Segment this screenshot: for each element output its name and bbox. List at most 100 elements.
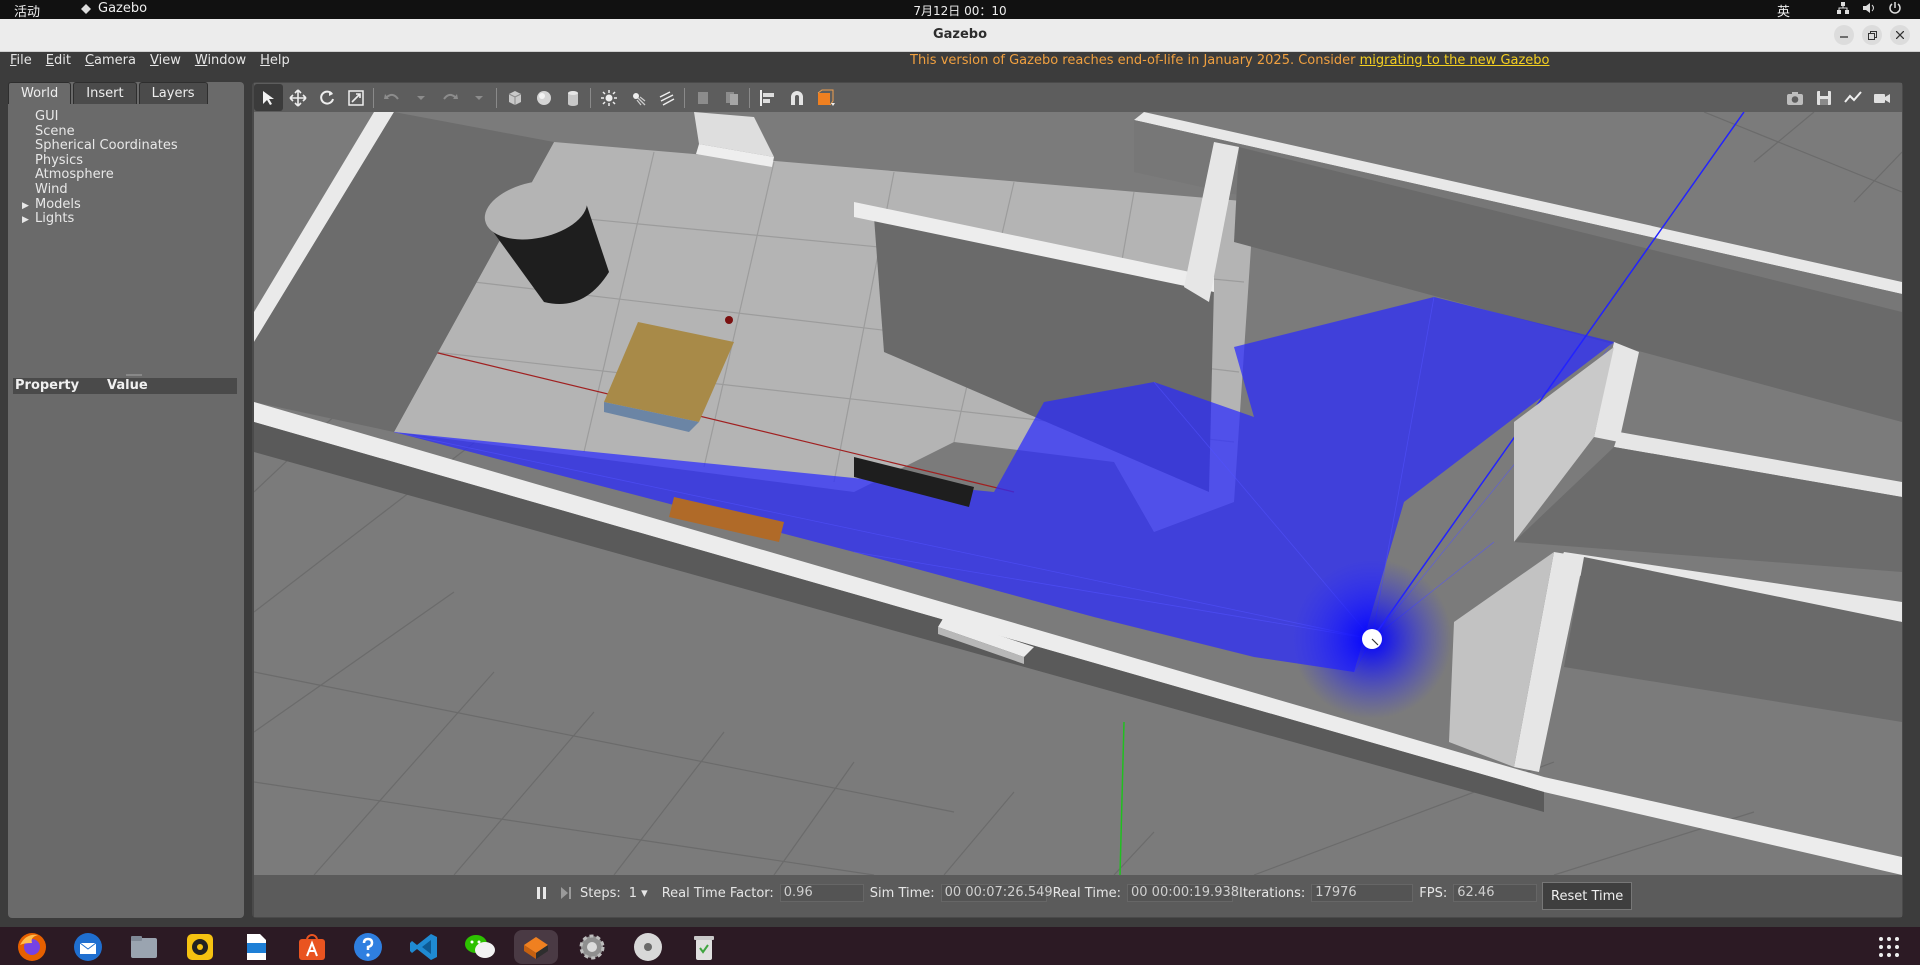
menubar: File Edit Camera View Window Help This v… xyxy=(0,52,1920,80)
activities-button[interactable]: 活动 xyxy=(14,1,40,20)
minimize-icon xyxy=(1840,36,1848,38)
expand-arrow-icon[interactable]: ▶ xyxy=(22,199,35,214)
select-mode-button[interactable] xyxy=(254,84,283,111)
pause-button[interactable] xyxy=(536,886,548,900)
tab-layers[interactable]: Layers xyxy=(138,82,208,104)
dock-trash[interactable] xyxy=(682,930,726,964)
dock-help[interactable] xyxy=(346,930,390,964)
toolbar-separator xyxy=(684,87,685,108)
save-log-icon xyxy=(1816,90,1831,105)
translate-mode-button[interactable] xyxy=(283,84,312,111)
snap-button[interactable] xyxy=(782,84,811,111)
menu-view[interactable]: View xyxy=(150,53,188,68)
network-icon xyxy=(1837,2,1849,14)
redo-history-dropdown[interactable] xyxy=(464,84,493,111)
clock[interactable]: 7月12日 00：10 xyxy=(910,2,1010,19)
view-angle-button[interactable] xyxy=(811,84,840,111)
show-apps-button[interactable] xyxy=(1878,936,1900,962)
menu-window[interactable]: Window xyxy=(195,53,253,68)
dock-files[interactable] xyxy=(122,930,166,964)
tab-insert[interactable]: Insert xyxy=(73,82,137,104)
dock-disc[interactable] xyxy=(626,930,670,964)
3d-viewport[interactable] xyxy=(254,112,1902,875)
steps-spinbox[interactable]: 1 ▾ xyxy=(629,886,648,901)
spot-light-button[interactable] xyxy=(623,84,652,111)
restore-button[interactable] xyxy=(1862,25,1882,45)
dock-rhythmbox[interactable] xyxy=(178,930,222,964)
eol-notice: This version of Gazebo reaches end-of-li… xyxy=(910,53,1550,68)
camera-icon xyxy=(1786,91,1803,105)
goal-marker xyxy=(725,316,733,324)
step-button[interactable] xyxy=(560,886,572,900)
paste-button[interactable] xyxy=(717,84,746,111)
dock-app-center[interactable] xyxy=(290,930,334,964)
video-record-button[interactable] xyxy=(1867,84,1896,111)
tree-item-spherical-coordinates[interactable]: Spherical Coordinates xyxy=(8,139,244,154)
expand-arrow-icon[interactable]: ▶ xyxy=(22,213,35,228)
dock-settings[interactable] xyxy=(570,930,614,964)
insert-sphere-button[interactable] xyxy=(529,84,558,111)
trash-icon xyxy=(694,936,714,960)
spot-light-icon xyxy=(632,92,645,105)
cylinder-icon xyxy=(567,90,578,106)
window-titlebar[interactable]: Gazebo xyxy=(0,19,1920,52)
dock-firefox[interactable] xyxy=(10,930,54,964)
system-tray[interactable] xyxy=(1836,1,1902,15)
eol-message: This version of Gazebo reaches end-of-li… xyxy=(910,53,1360,68)
point-light-button[interactable] xyxy=(594,84,623,111)
dock-vscode[interactable] xyxy=(402,930,446,964)
undo-button[interactable] xyxy=(377,84,406,111)
plot-icon xyxy=(1843,90,1862,103)
input-method-indicator[interactable]: 英 xyxy=(1777,1,1790,20)
thunderbird-icon xyxy=(74,933,102,961)
sim-status-bar: Steps: 1 ▾ Real Time Factor: 0.96 Sim Ti… xyxy=(254,875,1902,917)
menu-file[interactable]: File xyxy=(10,53,39,68)
redo-button[interactable] xyxy=(435,84,464,111)
align-button[interactable] xyxy=(753,84,782,111)
tree-item-scene[interactable]: Scene xyxy=(8,124,244,140)
copy-button[interactable] xyxy=(688,84,717,111)
menu-camera[interactable]: Camera xyxy=(85,53,143,68)
render-toolbar xyxy=(254,83,1902,112)
directional-light-icon xyxy=(659,90,674,106)
tree-item-gui[interactable]: GUI xyxy=(8,109,244,125)
plot-button[interactable] xyxy=(1838,84,1867,111)
dock-wechat[interactable] xyxy=(458,930,502,964)
reset-time-button[interactable]: Reset Time xyxy=(1542,882,1633,910)
volume-icon xyxy=(1863,3,1874,13)
sphere-icon xyxy=(536,90,551,105)
app-store-icon xyxy=(299,934,325,960)
tab-world[interactable]: World xyxy=(8,82,72,104)
rotate-mode-button[interactable] xyxy=(312,84,341,111)
scale-mode-button[interactable] xyxy=(341,84,370,111)
tree-item-physics[interactable]: Physics xyxy=(8,153,244,169)
insert-box-button[interactable] xyxy=(500,84,529,111)
screenshot-button[interactable] xyxy=(1780,84,1809,111)
system-top-bar: 活动 Gazebo 7月12日 00：10 英 xyxy=(0,0,1920,20)
dock-thunderbird[interactable] xyxy=(66,930,110,964)
tree-item-models[interactable]: ▶ Models xyxy=(8,197,244,214)
value-column-header: Value xyxy=(107,378,148,393)
minimize-button[interactable] xyxy=(1834,25,1854,45)
toolbar-separator xyxy=(749,87,750,108)
undo-history-dropdown[interactable] xyxy=(406,84,435,111)
tree-item-label: Lights xyxy=(35,211,75,227)
migration-link[interactable]: migrating to the new Gazebo xyxy=(1360,53,1550,68)
insert-cylinder-button[interactable] xyxy=(558,84,587,111)
dock-writer[interactable] xyxy=(234,930,278,964)
menu-edit[interactable]: Edit xyxy=(46,53,78,68)
panel-splitter-handle[interactable] xyxy=(126,374,142,376)
tree-item-lights[interactable]: ▶ Lights xyxy=(8,211,244,228)
tree-item-wind[interactable]: Wind xyxy=(8,182,244,198)
app-menu[interactable]: Gazebo xyxy=(80,1,147,16)
directional-light-button[interactable] xyxy=(652,84,681,111)
log-button[interactable] xyxy=(1809,84,1838,111)
tree-item-atmosphere[interactable]: Atmosphere xyxy=(8,168,244,183)
close-button[interactable] xyxy=(1890,25,1910,45)
scale-icon xyxy=(347,89,364,106)
select-arrow-icon xyxy=(262,90,274,105)
scene-render xyxy=(254,112,1902,875)
real-time-factor-label: Real Time Factor: xyxy=(661,885,774,901)
dock-gazebo[interactable] xyxy=(514,930,558,964)
menu-help[interactable]: Help xyxy=(260,53,297,68)
